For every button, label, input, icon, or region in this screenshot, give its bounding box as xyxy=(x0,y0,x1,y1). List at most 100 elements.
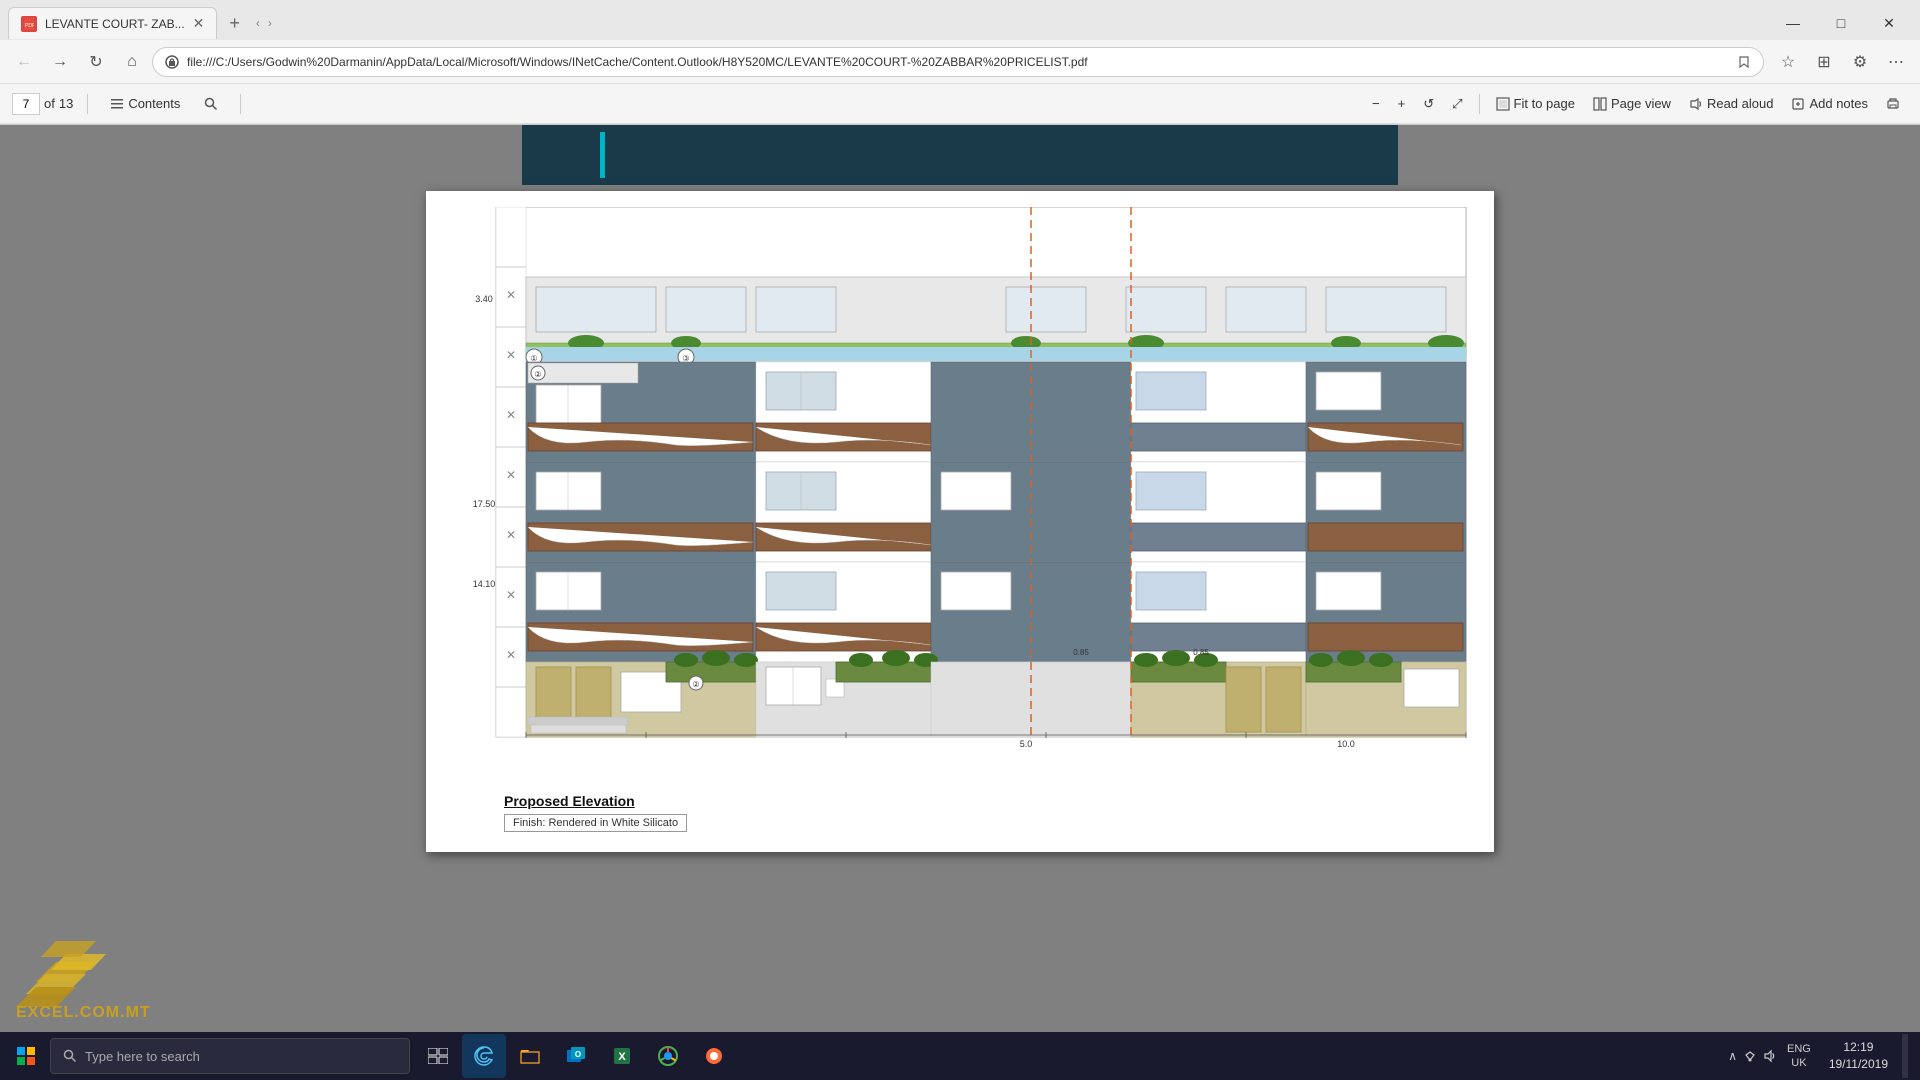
extensions-button[interactable]: ⚙ xyxy=(1844,46,1876,78)
taskbar-right: ∧ ENG UK 12:19 19/11/2019 xyxy=(1728,1034,1916,1078)
tab-left-arrow[interactable]: ‹ xyxy=(252,14,264,32)
minimize-button[interactable]: — xyxy=(1770,7,1816,39)
taskview-icon xyxy=(428,1048,448,1064)
language-indicator[interactable]: ENG UK xyxy=(1781,1040,1817,1073)
page-view-button[interactable]: Page view xyxy=(1585,93,1679,114)
svg-text:0.85: 0.85 xyxy=(1073,648,1089,657)
rotate-button[interactable]: ↺ xyxy=(1415,93,1442,115)
menu-button[interactable]: ⋯ xyxy=(1880,46,1912,78)
page-total: 13 xyxy=(59,96,73,111)
pdf-right-tools: − + ↺ ⤢ Fit to page Page view Read xyxy=(1364,93,1908,115)
add-notes-button[interactable]: Add notes xyxy=(1783,93,1876,114)
add-notes-label: Add notes xyxy=(1809,96,1868,111)
bookmark-icon[interactable] xyxy=(1737,55,1751,69)
address-text: file:///C:/Users/Godwin%20Darmanin/AppDa… xyxy=(187,55,1729,69)
browser-toolbar: ← → ↻ ⌂ file:///C:/Users/Godwin%20Darman… xyxy=(0,40,1920,84)
tab-bar: PDF LEVANTE COURT- ZAB... ✕ + ‹ › — □ ✕ xyxy=(0,0,1920,40)
lock-icon xyxy=(165,55,179,69)
windows-start-icon xyxy=(17,1047,35,1065)
svg-text:✕: ✕ xyxy=(506,468,516,482)
footer-note-text: Finish: Rendered in White Silicato xyxy=(513,817,678,829)
page-of-label: of xyxy=(44,96,55,111)
page-view-label: Page view xyxy=(1611,96,1671,111)
excel-logo-text: EXCEL.COM.MT xyxy=(16,1004,151,1022)
excel-logo-svg xyxy=(16,912,146,1007)
svg-text:X: X xyxy=(618,1051,626,1063)
show-desktop-button[interactable] xyxy=(1902,1034,1908,1078)
svg-text:3.40: 3.40 xyxy=(475,294,493,304)
clock-time: 12:19 xyxy=(1829,1039,1888,1056)
outlook-icon: O xyxy=(566,1046,586,1066)
explorer-taskbar-icon[interactable] xyxy=(508,1034,552,1078)
language-region: UK xyxy=(1787,1056,1811,1070)
svg-text:O: O xyxy=(575,1050,581,1059)
maximize-button[interactable]: □ xyxy=(1818,7,1864,39)
outlook-taskbar-icon[interactable]: O xyxy=(554,1034,598,1078)
clock-date: 19/11/2019 xyxy=(1829,1056,1888,1073)
zoom-out-button[interactable]: − xyxy=(1364,93,1388,114)
banner-accent-line xyxy=(600,132,605,178)
clock-display[interactable]: 12:19 19/11/2019 xyxy=(1821,1037,1896,1075)
volume-icon xyxy=(1763,1049,1777,1063)
tray-expand-icon[interactable]: ∧ xyxy=(1728,1049,1737,1063)
new-tab-button[interactable]: + xyxy=(221,9,248,38)
system-tray: ∧ xyxy=(1728,1049,1777,1063)
read-aloud-button[interactable]: Read aloud xyxy=(1681,93,1782,114)
elevation-drawing-svg: 3.40 17.50 14.10 ✕ ✕ ✕ ✕ ✕ ✕ xyxy=(446,207,1474,787)
start-button[interactable] xyxy=(4,1034,48,1078)
tab-close-button[interactable]: ✕ xyxy=(193,15,205,32)
svg-text:✕: ✕ xyxy=(506,348,516,362)
svg-text:②: ② xyxy=(692,680,699,689)
page-info: of 13 xyxy=(12,93,73,115)
contents-button[interactable]: Contents xyxy=(102,93,188,114)
tab-right-arrow[interactable]: › xyxy=(264,14,276,32)
divider-3 xyxy=(1479,94,1480,114)
close-button[interactable]: ✕ xyxy=(1866,7,1912,39)
collections-button[interactable]: ⊞ xyxy=(1808,46,1840,78)
scale-ruler: 3.40 17.50 14.10 ✕ ✕ ✕ ✕ ✕ ✕ xyxy=(473,207,526,737)
svg-text:5.0: 5.0 xyxy=(1020,739,1033,749)
svg-text:17.50: 17.50 xyxy=(473,499,496,509)
back-button[interactable]: ← xyxy=(8,46,40,78)
print-button[interactable] xyxy=(1878,94,1908,114)
taskview-button[interactable] xyxy=(416,1034,460,1078)
browser-toolbar-icons: ☆ ⊞ ⚙ ⋯ xyxy=(1772,46,1912,78)
active-tab[interactable]: PDF LEVANTE COURT- ZAB... ✕ xyxy=(8,7,217,39)
svg-text:✕: ✕ xyxy=(506,408,516,422)
app6-icon xyxy=(704,1046,724,1066)
pdf-toolbar: of 13 Contents − + ↺ ⤢ xyxy=(0,84,1920,124)
fit-to-page-label: Fit to page xyxy=(1514,96,1575,111)
taskbar: Type here to search xyxy=(0,1032,1920,1080)
tab-pdf-icon: PDF xyxy=(21,16,37,32)
chrome-taskbar-icon[interactable] xyxy=(646,1034,690,1078)
svg-text:PDF: PDF xyxy=(25,23,34,29)
refresh-button[interactable]: ↻ xyxy=(80,46,112,78)
tab-scroll-arrows: ‹ › xyxy=(252,14,276,32)
pdf-header-banner xyxy=(522,125,1398,185)
address-bar[interactable]: file:///C:/Users/Godwin%20Darmanin/AppDa… xyxy=(152,47,1764,77)
add-notes-icon xyxy=(1791,97,1805,111)
home-button[interactable]: ⌂ xyxy=(116,46,148,78)
search-pdf-button[interactable] xyxy=(196,94,226,114)
fit-to-page-button[interactable]: Fit to page xyxy=(1488,93,1583,114)
contents-label: Contents xyxy=(128,96,180,111)
edge-taskbar-icon[interactable] xyxy=(462,1034,506,1078)
edge-icon xyxy=(474,1046,494,1066)
excel-taskbar-icon[interactable]: X xyxy=(600,1034,644,1078)
svg-text:10.0: 10.0 xyxy=(1337,739,1355,749)
language-code: ENG xyxy=(1787,1042,1811,1056)
network-icon xyxy=(1743,1049,1757,1063)
svg-text:✕: ✕ xyxy=(506,288,516,302)
print-icon xyxy=(1886,97,1900,111)
taskbar-search-bar[interactable]: Type here to search xyxy=(50,1038,410,1074)
svg-text:✕: ✕ xyxy=(506,648,516,662)
fullscreen-button[interactable]: ⤢ xyxy=(1444,93,1470,115)
taskbar-search-text: Type here to search xyxy=(85,1049,200,1064)
zoom-in-button[interactable]: + xyxy=(1390,93,1414,114)
taskbar-search-icon xyxy=(63,1049,77,1063)
forward-button[interactable]: → xyxy=(44,46,76,78)
svg-text:②: ② xyxy=(534,370,541,379)
favorites-button[interactable]: ☆ xyxy=(1772,46,1804,78)
app6-taskbar-icon[interactable] xyxy=(692,1034,736,1078)
page-number-input[interactable] xyxy=(12,93,40,115)
